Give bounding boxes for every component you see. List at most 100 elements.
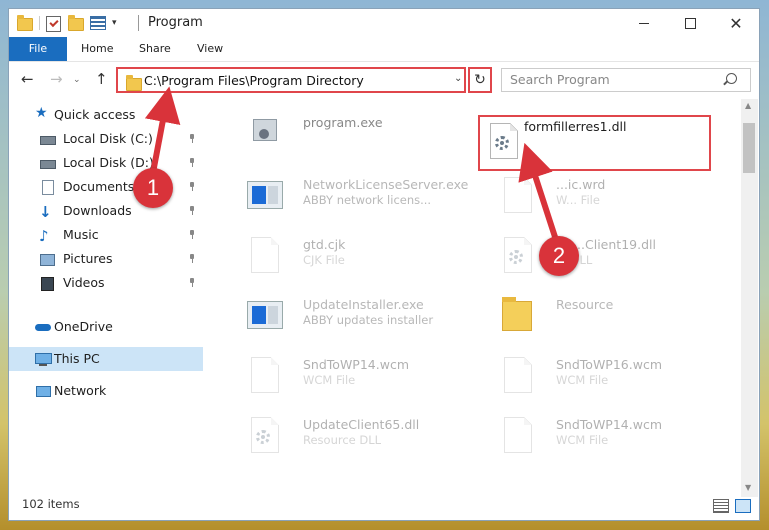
program-icon xyxy=(245,113,285,157)
sidebar-item-documents[interactable]: Documents xyxy=(9,175,203,199)
file-item-wrd[interactable]: ...ic.wrd W... File xyxy=(478,175,708,227)
status-bar: 102 items xyxy=(9,497,759,520)
tab-home[interactable]: Home xyxy=(67,37,127,61)
divider xyxy=(138,15,139,31)
exe-icon xyxy=(245,295,285,339)
sidebar-item-downloads[interactable]: ↓ Downloads xyxy=(9,199,203,223)
pin-icon[interactable] xyxy=(189,278,195,287)
vertical-scrollbar[interactable]: ▲ ▼ xyxy=(741,99,758,497)
file-name: UpdateClient65.dll xyxy=(303,417,420,432)
scroll-down-icon[interactable]: ▼ xyxy=(745,483,751,492)
sidebar-item-quick-access[interactable]: ★ Quick access xyxy=(9,103,203,127)
back-button[interactable]: ← xyxy=(21,70,34,88)
file-item-network-license-server[interactable]: NetworkLicenseServer.exe ABBY network li… xyxy=(225,175,468,227)
refresh-button[interactable]: ↻ xyxy=(468,67,492,93)
pc-icon xyxy=(35,351,52,367)
file-name: SndToWP16.wcm xyxy=(556,357,662,372)
file-item-program-exe[interactable]: program.exe xyxy=(225,113,455,165)
quick-access-toolbar: ▾ xyxy=(17,14,117,32)
chevron-down-icon[interactable]: ▾ xyxy=(112,18,117,28)
sidebar-item-videos[interactable]: Videos xyxy=(9,271,203,295)
sidebar-item-label: Local Disk (C:) xyxy=(63,131,153,146)
divider xyxy=(39,16,40,30)
file-item-formfillerres1-dll[interactable]: formfillerres1.dll xyxy=(478,115,711,171)
pin-icon[interactable] xyxy=(189,230,195,239)
pin-icon[interactable] xyxy=(189,206,195,215)
up-button[interactable]: ↑ xyxy=(95,70,108,88)
file-name: SndToWP14.wcm xyxy=(556,417,662,432)
file-item-sndtowp16[interactable]: SndToWP16.wcm WCM File xyxy=(478,355,708,407)
tab-share[interactable]: Share xyxy=(125,37,185,61)
recent-locations-icon[interactable]: ⌄ xyxy=(73,75,81,85)
file-description: ABBY updates installer xyxy=(303,313,434,327)
details-view-icon[interactable] xyxy=(713,499,729,513)
sidebar-item-label: Pictures xyxy=(63,251,113,266)
music-icon: ♪ xyxy=(39,227,49,245)
tab-view[interactable]: View xyxy=(183,37,237,61)
close-icon: ✕ xyxy=(729,13,743,33)
file-name: gtd.cjk xyxy=(303,237,346,252)
pin-icon[interactable] xyxy=(189,134,195,143)
address-path[interactable]: C:\Program Files\Program Directory xyxy=(144,73,364,88)
sidebar-item-label: Downloads xyxy=(63,203,132,218)
videos-icon xyxy=(39,275,55,291)
file-description: W... File xyxy=(556,193,600,207)
file-item-update-client19[interactable]: Up...Client19.dll ... DLL xyxy=(478,235,708,287)
search-icon[interactable] xyxy=(726,73,737,84)
sidebar-item-music[interactable]: ♪ Music xyxy=(9,223,203,247)
file-item-resource-folder[interactable]: Resource xyxy=(478,295,708,347)
file-icon xyxy=(245,355,285,399)
new-folder-icon[interactable] xyxy=(68,15,84,31)
scrollbar-thumb[interactable] xyxy=(743,123,755,173)
file-list: program.exe formfillerres1.dll NetworkLi… xyxy=(205,99,741,497)
sidebar-item-label: Documents xyxy=(63,179,135,194)
maximize-button[interactable] xyxy=(667,9,713,37)
file-item-gtd-cjk[interactable]: gtd.cjk CJK File xyxy=(225,235,455,287)
forward-button[interactable]: → xyxy=(50,70,63,88)
address-bar[interactable]: C:\Program Files\Program Directory ⌄ xyxy=(116,67,466,93)
dll-icon xyxy=(498,235,538,279)
sidebar-item-local-disk-d[interactable]: Local Disk (D:) xyxy=(9,151,203,175)
file-icon xyxy=(498,175,538,219)
customize-toolbar-icon[interactable] xyxy=(90,16,106,30)
folder-icon xyxy=(498,295,538,339)
minimize-button[interactable] xyxy=(621,9,667,37)
ribbon: File Home Share View ⌄ ? xyxy=(9,37,759,82)
address-dropdown-icon[interactable]: ⌄ xyxy=(454,73,462,84)
minimize-icon xyxy=(639,22,649,24)
file-item-sndtowp14[interactable]: SndToWP14.wcm WCM File xyxy=(225,355,455,407)
file-name: Resource xyxy=(556,297,614,312)
explorer-window: ▾ Program ✕ File Home Share View ⌄ ? ← →… xyxy=(9,9,759,520)
sidebar-item-label: This PC xyxy=(54,351,100,366)
sidebar-item-this-pc[interactable]: This PC xyxy=(9,347,203,371)
scroll-up-icon[interactable]: ▲ xyxy=(745,101,751,110)
pin-icon[interactable] xyxy=(189,254,195,263)
pin-icon[interactable] xyxy=(189,182,195,191)
sidebar-item-pictures[interactable]: Pictures xyxy=(9,247,203,271)
file-description: CJK File xyxy=(303,253,345,267)
drive-icon xyxy=(39,131,56,147)
download-icon: ↓ xyxy=(39,203,52,221)
tab-file[interactable]: File xyxy=(9,37,67,61)
large-icons-view-icon[interactable] xyxy=(735,499,751,513)
pin-icon[interactable] xyxy=(189,158,195,167)
search-placeholder: Search Program xyxy=(510,72,610,87)
properties-check-icon[interactable] xyxy=(46,16,62,32)
sidebar-item-network[interactable]: Network xyxy=(9,379,203,403)
close-button[interactable]: ✕ xyxy=(713,9,759,37)
file-item-update-client65[interactable]: UpdateClient65.dll Resource DLL xyxy=(225,415,455,467)
search-input[interactable]: Search Program xyxy=(501,68,751,92)
step-2-badge: 2 xyxy=(539,236,579,276)
folder-icon[interactable] xyxy=(17,15,33,31)
sidebar-item-label: OneDrive xyxy=(54,319,113,334)
file-icon xyxy=(498,355,538,399)
sidebar-item-onedrive[interactable]: OneDrive xyxy=(9,315,203,339)
file-item-update-installer[interactable]: UpdateInstaller.exe ABBY updates install… xyxy=(225,295,455,347)
folder-icon xyxy=(126,75,142,91)
window-title: Program xyxy=(148,15,203,30)
file-name: UpdateInstaller.exe xyxy=(303,297,424,312)
sidebar-item-label: Music xyxy=(63,227,99,242)
file-item-sndtowp14-b[interactable]: SndToWP14.wcm WCM File xyxy=(478,415,708,467)
sidebar-item-local-disk-c[interactable]: Local Disk (C:) xyxy=(9,127,203,151)
title-bar: ▾ Program ✕ xyxy=(9,9,759,37)
